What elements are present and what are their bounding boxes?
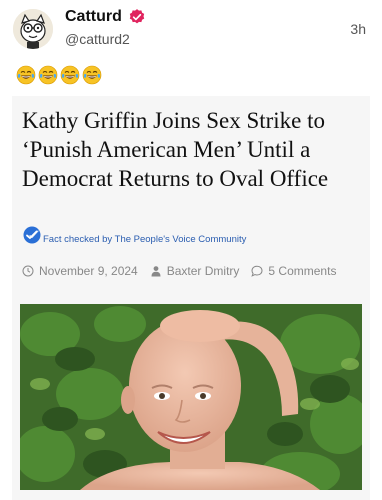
- comment-bubble-icon: [251, 265, 263, 277]
- tears-of-joy-emoji-icon: [60, 65, 80, 85]
- article-author[interactable]: Baxter Dmitry: [167, 264, 240, 278]
- display-name[interactable]: Catturd: [65, 8, 122, 26]
- clock-icon: [22, 265, 34, 277]
- user-icon: [151, 266, 161, 277]
- post-header: Catturd @catturd2 3h: [0, 0, 382, 60]
- tears-of-joy-emoji-icon: [82, 65, 102, 85]
- post-text-emojis: [16, 65, 102, 85]
- article-photo[interactable]: [20, 304, 362, 490]
- article-meta: November 9, 2024 Baxter Dmitry 5 Comment…: [22, 264, 348, 278]
- article-comments[interactable]: 5 Comments: [268, 264, 336, 278]
- avatar[interactable]: [13, 9, 53, 49]
- tears-of-joy-emoji-icon: [38, 65, 58, 85]
- article-card[interactable]: Kathy Griffin Joins Sex Strike to ‘Punis…: [12, 96, 370, 500]
- fact-check-row[interactable]: Fact checked by The People's Voice Commu…: [22, 225, 246, 245]
- fact-check-label[interactable]: Fact checked by The People's Voice Commu…: [43, 234, 246, 245]
- article-date: November 9, 2024: [39, 264, 138, 278]
- date-item: November 9, 2024: [22, 264, 138, 278]
- article-headline[interactable]: Kathy Griffin Joins Sex Strike to ‘Punis…: [22, 106, 367, 193]
- fact-check-badge-icon: [22, 225, 42, 245]
- tears-of-joy-emoji-icon: [16, 65, 36, 85]
- name-row: Catturd: [65, 8, 146, 26]
- handle[interactable]: @catturd2: [65, 31, 130, 47]
- verified-badge-icon: [128, 8, 146, 26]
- comments-item[interactable]: 5 Comments: [251, 264, 336, 278]
- timestamp[interactable]: 3h: [350, 21, 366, 37]
- author-item[interactable]: Baxter Dmitry: [150, 264, 240, 278]
